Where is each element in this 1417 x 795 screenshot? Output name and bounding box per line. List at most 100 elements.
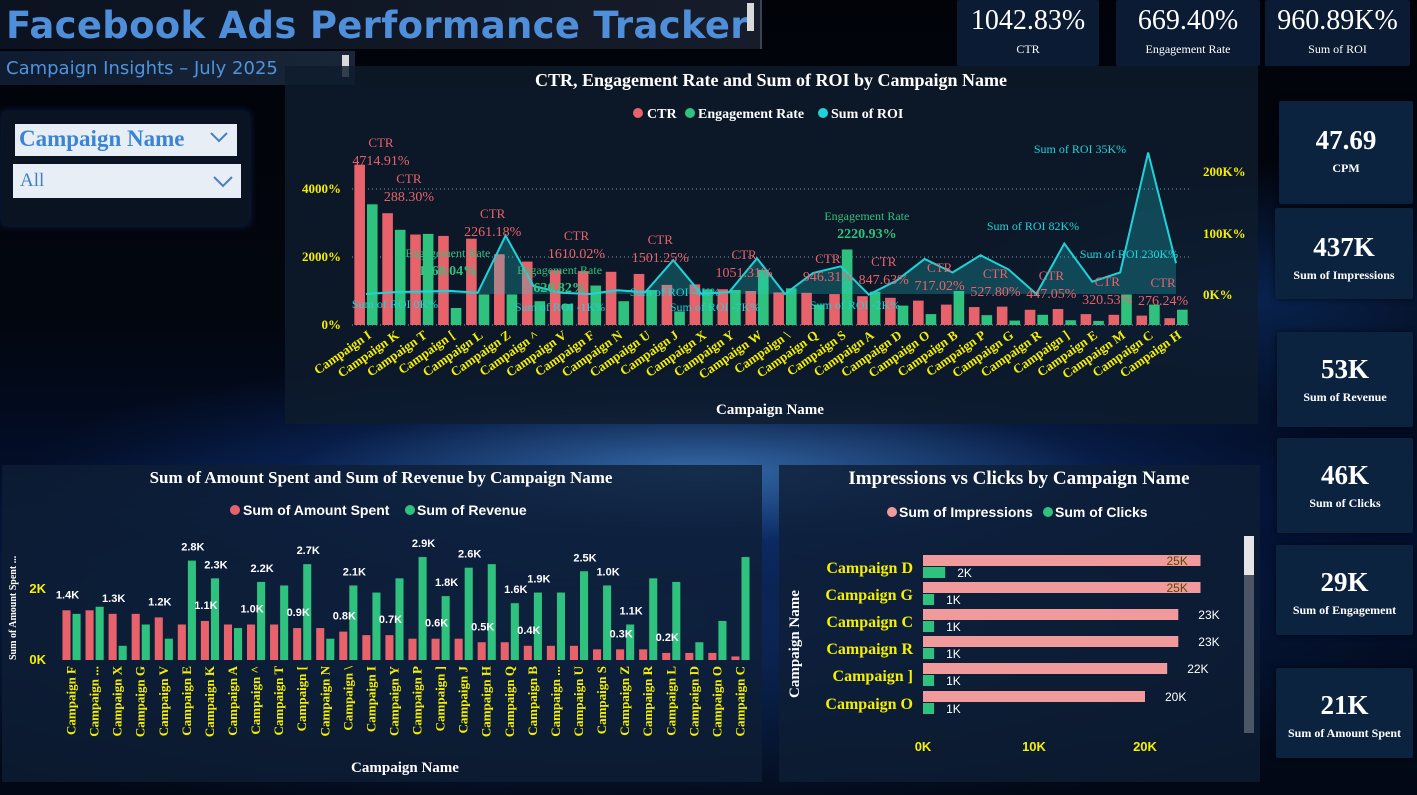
legend-spent-label[interactable]: Sum of Amount Spent [243,502,390,518]
spent-bar[interactable] [546,645,555,660]
spent-bar[interactable] [662,652,671,660]
legend-roi-label[interactable]: Sum of ROI [831,107,903,122]
revenue-bar[interactable] [164,638,173,660]
legend-engagement-label[interactable]: Engagement Rate [698,107,804,122]
clicks-bar[interactable] [923,567,946,578]
revenue-bar[interactable] [556,592,566,660]
engagement-bar[interactable] [1065,320,1076,325]
revenue-bar[interactable] [603,585,612,660]
revenue-bar[interactable] [418,557,427,660]
spent-bar[interactable] [708,652,717,660]
spent-bar[interactable] [85,610,94,660]
ctr-bar[interactable] [577,271,589,325]
spent-bar[interactable] [685,652,694,660]
impressions-bar[interactable] [923,609,1179,620]
ctr-bar[interactable] [968,307,980,325]
spent-bar[interactable] [154,617,163,660]
impressions-bar[interactable] [923,555,1201,566]
engagement-bar[interactable] [450,308,462,325]
revenue-bar[interactable] [580,571,589,660]
spent-bar[interactable] [270,624,279,661]
spent-bar[interactable] [616,649,625,660]
revenue-bar[interactable] [141,624,150,661]
spent-bar[interactable] [293,628,302,660]
spent-bar[interactable] [500,642,509,660]
spent-bar[interactable] [246,624,256,661]
ctr-bar[interactable] [1136,315,1148,325]
revenue-bar[interactable] [257,581,266,660]
revenue-bar[interactable] [118,645,127,660]
ctr-bar[interactable] [996,306,1008,325]
legend-impressions-label[interactable]: Sum of Impressions [899,504,1033,520]
clicks-bar[interactable] [923,675,935,686]
revenue-bar[interactable] [280,585,289,660]
ctr-bar[interactable] [1052,309,1064,325]
spent-bar[interactable] [177,624,186,661]
spent-bar[interactable] [569,645,578,660]
legend-ctr-label[interactable]: CTR [647,107,677,122]
impressions-bar[interactable] [923,663,1168,674]
impressions-bar[interactable] [923,582,1201,593]
ctr-bar[interactable] [633,273,645,325]
ctr-bar[interactable] [549,270,561,325]
spent-bar[interactable] [131,613,140,660]
engagement-bar[interactable] [618,301,629,325]
ctr-bar[interactable] [1080,314,1092,325]
spent-data-label: 0.8K [333,611,356,623]
revenue-bar[interactable] [349,585,358,660]
clicks-bar[interactable] [923,703,935,714]
spent-bar[interactable] [108,613,117,660]
engagement-bar[interactable] [1009,320,1021,325]
ctr-bar[interactable] [1164,318,1176,325]
ctr-bar[interactable] [773,292,784,325]
revenue-bar[interactable] [649,578,658,660]
legend-clicks-label[interactable]: Sum of Clicks [1055,504,1148,520]
ctr-bar[interactable] [913,300,924,325]
spent-bar[interactable] [523,645,532,660]
spent-bar[interactable] [454,638,463,660]
engagement-bar[interactable] [981,315,993,325]
revenue-bar[interactable] [718,620,727,660]
impressions-bar[interactable] [923,691,1145,702]
spent-bar[interactable] [431,638,440,660]
revenue-bar[interactable] [326,638,335,660]
revenue-bar[interactable] [234,628,243,660]
ctr-bar[interactable] [1024,309,1036,325]
clicks-bar[interactable] [923,621,935,632]
spent-bar[interactable] [200,620,209,660]
revenue-bar[interactable] [95,606,104,660]
spent-bar[interactable] [385,635,394,660]
spent-bar[interactable] [639,649,648,660]
chart3-scrollbar-thumb[interactable] [1244,536,1254,575]
revenue-bar[interactable] [72,613,81,660]
engagement-bar[interactable] [1093,320,1104,325]
revenue-bar[interactable] [695,642,704,660]
spent-bar[interactable] [731,656,740,660]
spent-bar[interactable] [339,631,348,660]
spent-bar[interactable] [408,638,417,660]
impressions-bar[interactable] [923,636,1179,647]
engagement-bar[interactable] [925,314,937,325]
engagement-bar[interactable] [478,294,490,325]
spent-bar[interactable] [362,635,371,660]
spent-bar[interactable] [592,649,602,660]
ctr-bar[interactable] [940,304,952,325]
engagement-bar[interactable] [1037,314,1048,325]
revenue-bar[interactable] [372,592,381,660]
spent-bar[interactable] [223,624,232,661]
revenue-bar[interactable] [672,581,681,660]
legend-revenue-label[interactable]: Sum of Revenue [417,502,527,518]
spent-bar[interactable] [477,642,486,660]
ctr-bar[interactable] [605,271,617,325]
revenue-bar[interactable] [487,564,496,660]
spent-bar[interactable] [316,628,325,660]
revenue-bar[interactable] [464,567,473,660]
spent-bar[interactable] [62,610,71,660]
clicks-bar[interactable] [923,648,935,659]
engagement-bar[interactable] [953,291,965,325]
engagement-bar[interactable] [1177,309,1188,325]
revenue-bar[interactable] [210,578,220,660]
clicks-bar[interactable] [923,594,935,605]
ctr-bar[interactable] [1108,314,1120,325]
revenue-bar[interactable] [741,557,750,660]
